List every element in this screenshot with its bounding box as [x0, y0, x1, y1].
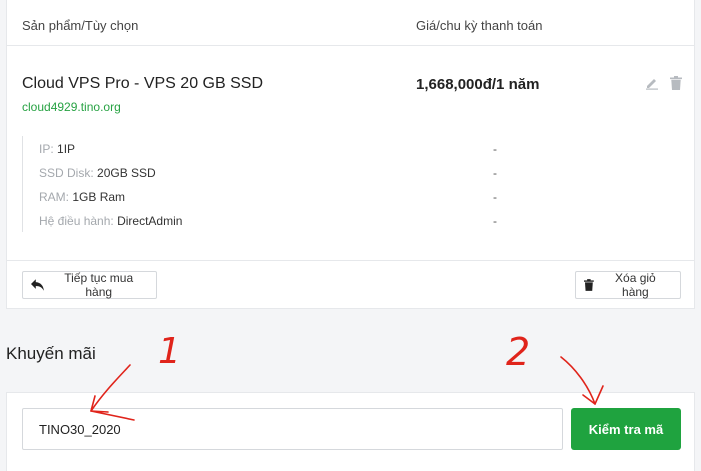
annotation-number-2: 2 [506, 330, 530, 374]
config-row: IP: 1IP [39, 142, 75, 156]
reply-arrow-icon [31, 279, 44, 291]
promo-code-input[interactable] [22, 408, 563, 450]
promo-card: Kiểm tra mã [6, 392, 695, 471]
config-value: 1GB Ram [72, 190, 126, 204]
config-list: IP: 1IP - SSD Disk: 20GB SSD - RAM: 1GB … [22, 136, 682, 232]
edit-icon[interactable] [645, 76, 659, 90]
price-column-header: Giá/chu kỳ thanh toán [416, 18, 543, 33]
config-row: Hệ điều hành: DirectAdmin [39, 214, 182, 228]
item-domain: cloud4929.tino.org [22, 100, 121, 114]
annotation-number-1: 1 [158, 331, 181, 372]
config-label: RAM: [39, 190, 69, 204]
cart-header: Sản phẩm/Tùy chọn Giá/chu kỳ thanh toán [7, 0, 694, 46]
config-price: - [493, 190, 497, 204]
config-label: IP: [39, 142, 54, 156]
config-label: SSD Disk: [39, 166, 94, 180]
item-name: Cloud VPS Pro - VPS 20 GB SSD [22, 75, 263, 92]
config-price: - [493, 214, 497, 228]
clear-cart-label: Xóa giỏ hàng [615, 271, 656, 299]
cart-footer: Tiếp tục mua hàng Xóa giỏ hàng [7, 260, 694, 309]
config-row: SSD Disk: 20GB SSD [39, 166, 156, 180]
item-price: 1,668,000đ/1 năm [416, 76, 540, 93]
product-column-header: Sản phẩm/Tùy chọn [22, 18, 139, 33]
clear-cart-button[interactable]: Xóa giỏ hàng [575, 271, 681, 299]
config-label: Hệ điều hành: [39, 214, 114, 228]
trash-icon[interactable] [670, 76, 682, 90]
cart-card: Sản phẩm/Tùy chọn Giá/chu kỳ thanh toán … [6, 0, 695, 309]
config-value: 20GB SSD [97, 166, 156, 180]
check-code-button[interactable]: Kiểm tra mã [571, 408, 681, 450]
trash-icon [584, 279, 594, 291]
promo-title: Khuyến mãi [6, 344, 96, 363]
continue-shopping-label: Tiếp tục mua hàng [64, 271, 134, 299]
config-price: - [493, 142, 497, 156]
config-price: - [493, 166, 497, 180]
continue-shopping-button[interactable]: Tiếp tục mua hàng [22, 271, 157, 299]
config-value: 1IP [57, 142, 76, 156]
config-value: DirectAdmin [117, 214, 183, 228]
config-row: RAM: 1GB Ram [39, 190, 125, 204]
